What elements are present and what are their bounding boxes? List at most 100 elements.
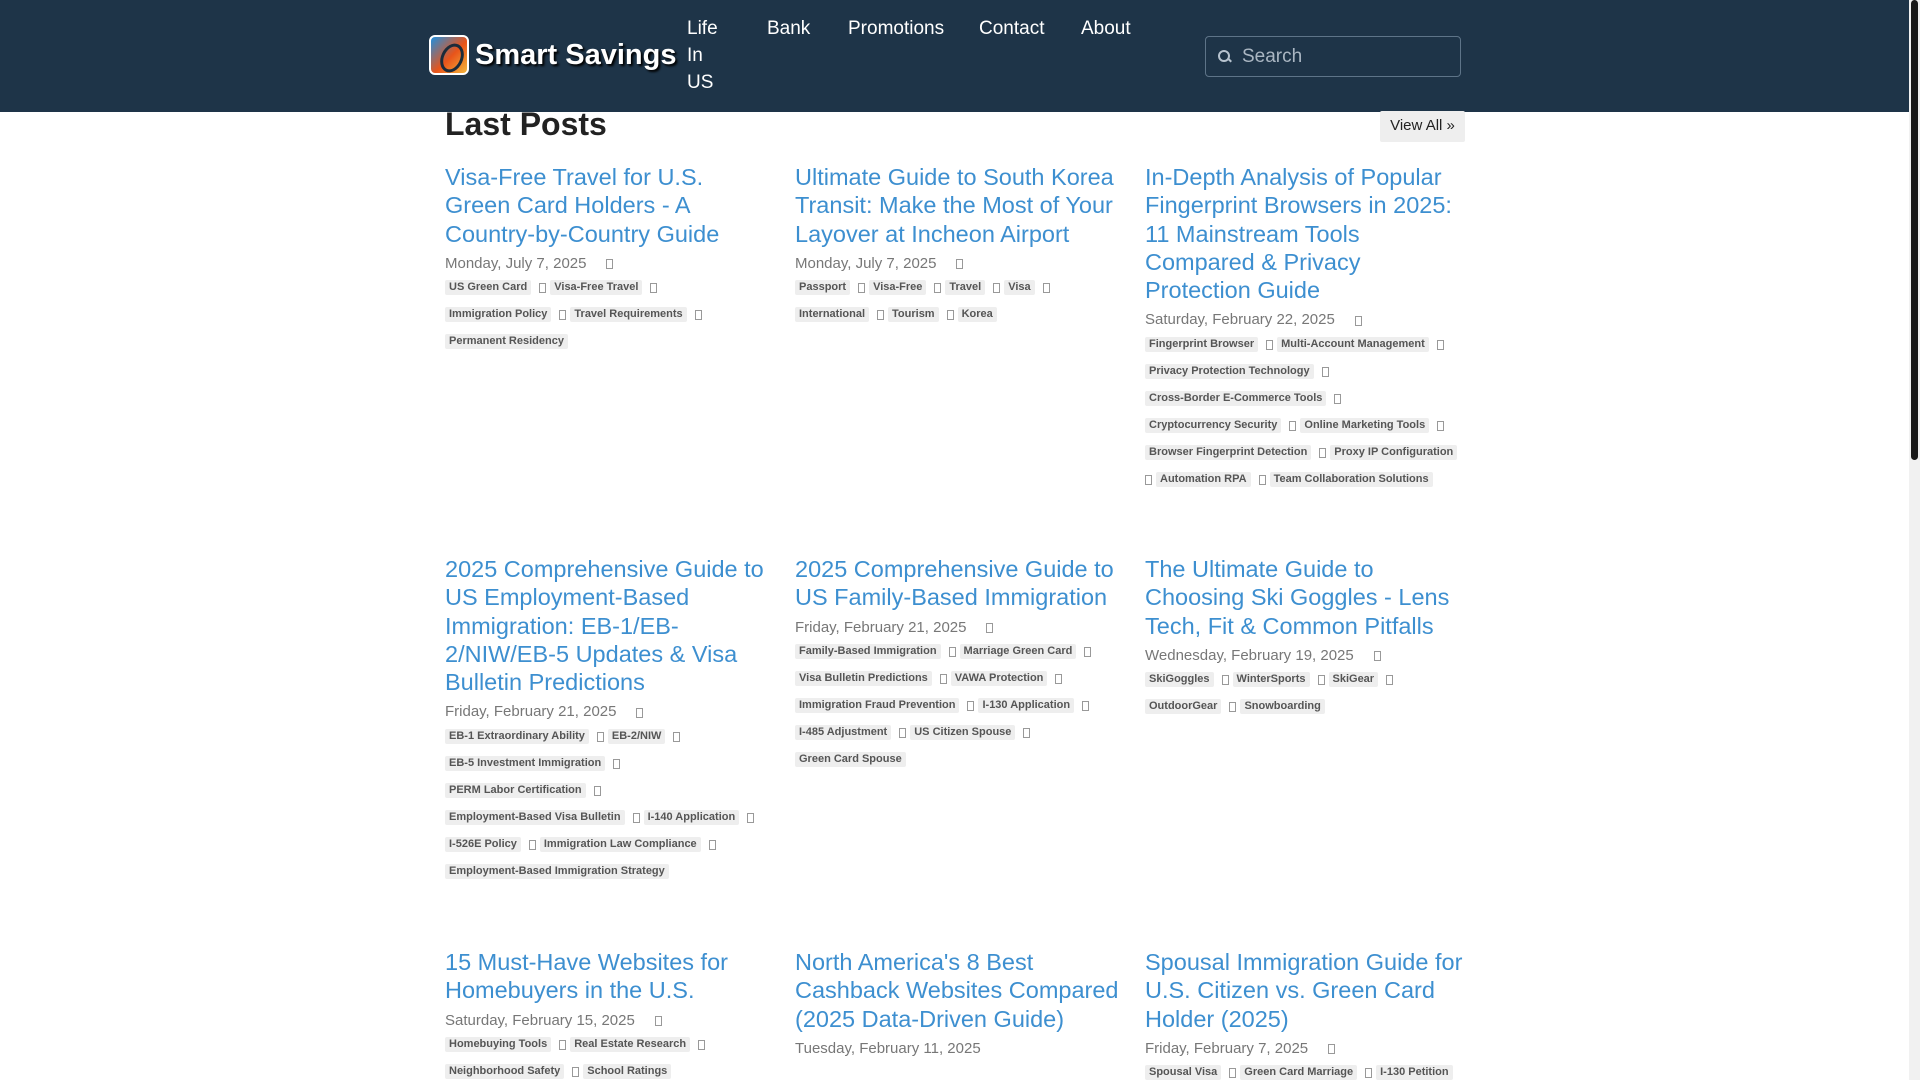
search-input[interactable] <box>1242 45 1452 68</box>
tag-link[interactable]: Green Card Spouse <box>795 752 906 768</box>
tag-link[interactable]: Proxy IP Configuration <box>1330 445 1458 461</box>
post-tags: Spousal Visa Green Card Marriage I-130 Pet… <box>1145 1060 1470 1080</box>
tag-link[interactable]: Cryptocurrency Security <box>1145 418 1282 434</box>
tag-link[interactable]: Visa-Free Travel <box>550 280 643 296</box>
post-date: Saturday, February 22, 2025 <box>1145 309 1470 331</box>
post-tags: SkiGoggles WinterSports SkiGear OutdoorGear… <box>1145 667 1470 721</box>
tag-link[interactable]: Privacy Protection Technology <box>1145 364 1314 380</box>
tag-icon <box>1334 393 1342 404</box>
tag-link[interactable]: Immigration Law Compliance <box>539 837 701 853</box>
tag-link[interactable]: PERM Labor Certification <box>445 783 586 799</box>
tag-link[interactable]: EB-5 Investment Immigration <box>445 756 606 772</box>
tag-link[interactable]: Permanent Residency <box>445 334 568 350</box>
navbar: Smart Savings Life In US Bank Promotions… <box>0 0 1909 112</box>
tag-icon <box>1289 420 1297 431</box>
nav-promotions[interactable]: Promotions <box>848 15 944 42</box>
tag-link[interactable]: VAWA Protection <box>950 671 1048 687</box>
tag-link[interactable]: Team Collaboration Solutions <box>1269 472 1433 488</box>
tag-link[interactable]: Travel <box>945 280 986 296</box>
tag-link[interactable]: Passport <box>795 280 851 296</box>
post-title-link[interactable]: Ultimate Guide to South Korea Transit: M… <box>795 163 1120 248</box>
post-title-link[interactable]: 2025 Comprehensive Guide to US Employmen… <box>445 555 770 696</box>
post-date: Tuesday, February 11, 2025 <box>795 1038 1120 1060</box>
scrollbar-thumb[interactable] <box>1911 0 1918 460</box>
tag-link[interactable]: Online Marketing Tools <box>1300 418 1430 434</box>
tag-link[interactable]: Travel Requirements <box>570 307 687 323</box>
nav-contact[interactable]: Contact <box>979 15 1044 42</box>
tag-link[interactable]: Spousal Visa <box>1145 1065 1222 1080</box>
tag-icon <box>528 839 536 850</box>
brand-logo-icon <box>429 35 469 75</box>
tag-link[interactable]: Automation RPA <box>1156 472 1251 488</box>
tag-icon <box>1354 315 1362 326</box>
tag-link[interactable]: Visa <box>1004 280 1035 296</box>
post-title-link[interactable]: 2025 Comprehensive Guide to US Family-Ba… <box>795 555 1120 612</box>
post-card: The Ultimate Guide to Choosing Ski Goggl… <box>1145 555 1470 721</box>
tag-icon <box>1317 674 1325 685</box>
nav-life-in-us[interactable]: Life In US <box>687 15 727 96</box>
tag-link[interactable]: SkiGoggles <box>1145 672 1214 688</box>
page-scrollbar[interactable] <box>1909 0 1920 1080</box>
post-title-link[interactable]: 15 Must-Have Websites for Homebuyers in … <box>445 948 770 1005</box>
tag-link[interactable]: Visa-Free <box>869 280 927 296</box>
brand-link[interactable]: Smart Savings <box>429 35 676 75</box>
tag-link[interactable]: Homebuying Tools <box>445 1037 552 1053</box>
post-title-link[interactable]: Spousal Immigration Guide for U.S. Citiz… <box>1145 948 1470 1033</box>
tag-link[interactable]: Multi-Account Management <box>1277 337 1429 353</box>
tag-link[interactable]: I-130 Application <box>978 698 1075 714</box>
tag-link[interactable]: I-526E Policy <box>445 837 521 853</box>
post-card: 2025 Comprehensive Guide to US Employmen… <box>445 555 770 885</box>
tag-link[interactable]: I-140 Application <box>643 810 740 826</box>
tag-icon <box>1373 650 1381 661</box>
post-card: 2025 Comprehensive Guide to US Family-Ba… <box>795 555 1120 774</box>
tag-link[interactable]: Immigration Policy <box>445 307 552 323</box>
tag-link[interactable]: US Citizen Spouse <box>910 725 1016 741</box>
post-tags: US Green Card Visa-Free Travel Immigration… <box>445 275 770 356</box>
tag-icon <box>1321 366 1329 377</box>
tag-link[interactable]: International <box>795 307 870 323</box>
tag-link[interactable]: I-485 Adjustment <box>795 725 892 741</box>
view-all-button[interactable]: View All » <box>1380 111 1465 142</box>
tag-link[interactable]: Real Estate Research <box>570 1037 691 1053</box>
tag-icon <box>1319 447 1327 458</box>
tag-link[interactable]: Snowboarding <box>1240 699 1325 715</box>
tag-link[interactable]: School Ratings <box>583 1064 672 1080</box>
tag-icon <box>1258 474 1266 485</box>
tag-icon <box>632 812 640 823</box>
post-tags: Fingerprint Browser Multi-Account Managem… <box>1145 331 1470 493</box>
nav-about[interactable]: About <box>1081 15 1131 42</box>
tag-link[interactable]: Browser Fingerprint Detection <box>1145 445 1312 461</box>
tag-link[interactable]: EB-1 Extraordinary Ability <box>445 729 589 745</box>
post-date: Friday, February 21, 2025 <box>445 701 770 723</box>
tag-link[interactable]: US Green Card <box>445 280 532 296</box>
tag-link[interactable]: OutdoorGear <box>1145 699 1222 715</box>
post-card: Spousal Immigration Guide for U.S. Citiz… <box>1145 948 1470 1080</box>
post-title-link[interactable]: In-Depth Analysis of Popular Fingerprint… <box>1145 163 1470 304</box>
tag-link[interactable]: Family-Based Immigration <box>795 644 941 660</box>
tag-icon <box>1266 339 1274 350</box>
tag-icon <box>613 758 621 769</box>
tag-link[interactable]: Neighborhood Safety <box>445 1064 565 1080</box>
tag-icon <box>539 282 547 293</box>
tag-link[interactable]: SkiGear <box>1328 672 1379 688</box>
tag-link[interactable]: Tourism <box>888 307 939 323</box>
tag-link[interactable]: WinterSports <box>1232 672 1310 688</box>
post-date-text: Monday, July 7, 2025 <box>795 254 937 272</box>
tag-link[interactable]: Immigration Fraud Prevention <box>795 698 960 714</box>
tag-link[interactable]: Cross-Border E-Commerce Tools <box>1145 391 1327 407</box>
nav-bank[interactable]: Bank <box>767 15 810 42</box>
tag-link[interactable]: Visa Bulletin Predictions <box>795 671 932 687</box>
tag-link[interactable]: Green Card Marriage <box>1240 1065 1358 1080</box>
post-title-link[interactable]: Visa-Free Travel for U.S. Green Card Hol… <box>445 163 770 248</box>
post-title-link[interactable]: The Ultimate Guide to Choosing Ski Goggl… <box>1145 555 1470 640</box>
tag-link[interactable]: I-130 Petition <box>1376 1065 1453 1080</box>
tag-link[interactable]: Marriage Green Card <box>959 644 1077 660</box>
tag-link[interactable]: Fingerprint Browser <box>1145 337 1259 353</box>
search-box[interactable] <box>1205 36 1461 77</box>
tag-link[interactable]: Korea <box>957 307 997 323</box>
tag-link[interactable]: Employment-Based Immigration Strategy <box>445 864 669 880</box>
tag-link[interactable]: EB-2/NIW <box>607 729 666 745</box>
tag-icon <box>1055 673 1063 684</box>
tag-link[interactable]: Employment-Based Visa Bulletin <box>445 810 625 826</box>
post-title-link[interactable]: North America's 8 Best Cashback Websites… <box>795 948 1120 1033</box>
